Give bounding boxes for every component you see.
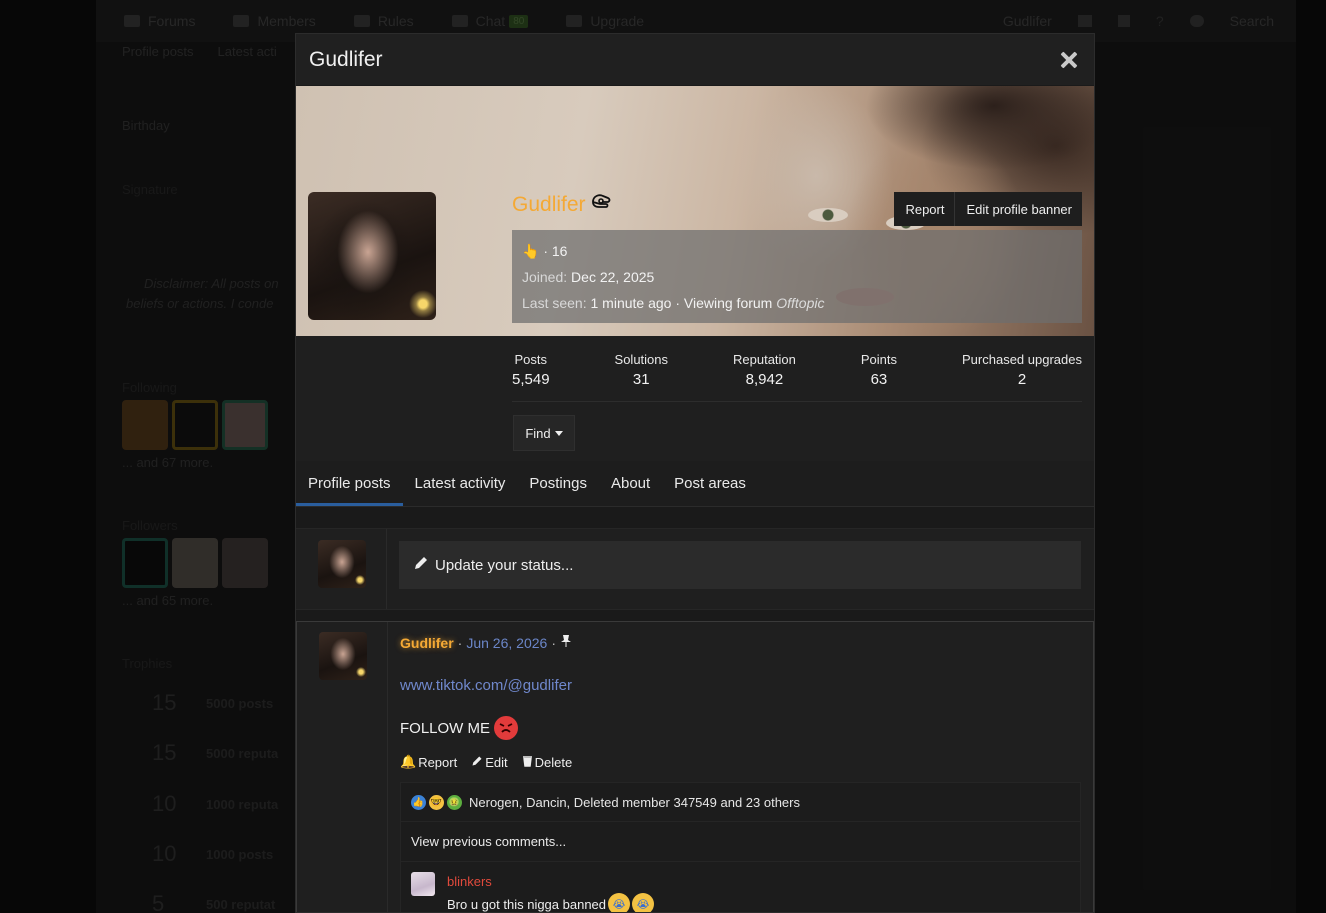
- report-button[interactable]: Report: [894, 192, 956, 226]
- post-actions: 🔔 Report Edit Delete: [400, 754, 1081, 770]
- tab-profile-posts[interactable]: Profile posts: [296, 461, 403, 506]
- stat-value: 63: [870, 371, 888, 388]
- stat-label: Points: [860, 352, 898, 367]
- banner-actions: Report Edit profile banner: [894, 192, 1082, 226]
- member-stats: Posts 5,549 Solutions 31 Reputation 8,942 P…: [512, 352, 1082, 402]
- post-report-label: Report: [418, 754, 458, 770]
- post-edit-label: Edit: [485, 754, 508, 770]
- comment: blinkers Bro u got this nigga banned 😭 😭: [400, 862, 1081, 912]
- stat-purchased-upgrades: Purchased upgrades 2: [962, 352, 1082, 401]
- stats-area: Posts 5,549 Solutions 31 Reputation 8,942 P…: [296, 336, 1094, 461]
- spacer: [296, 610, 1094, 621]
- post-avatar-column: [297, 622, 388, 912]
- banner-image: [794, 86, 1094, 206]
- pencil-icon: [471, 755, 483, 770]
- joined-line: Joined: Dec 22, 2025: [522, 265, 1072, 291]
- close-icon[interactable]: [1058, 49, 1080, 71]
- pencil-icon: [413, 555, 429, 576]
- profile-username[interactable]: Gudlifer: [512, 193, 586, 217]
- view-previous-comments-link[interactable]: View previous comments...: [400, 822, 1081, 862]
- joined-label: Joined:: [522, 269, 568, 285]
- username-row: Gudlifer: [512, 192, 612, 217]
- post-delete-label: Delete: [534, 754, 573, 770]
- stat-posts[interactable]: Posts 5,549: [512, 352, 550, 401]
- status-update-box: Update your status...: [296, 528, 1094, 610]
- member-tooltip-modal: Gudlifer Gudlifer Report Edit profile ba…: [295, 33, 1095, 913]
- last-seen-forum-link[interactable]: Offtopic: [776, 295, 824, 311]
- crying-face-icon: 😭: [632, 893, 655, 912]
- find-label: Find: [525, 425, 551, 441]
- stat-value: 2: [1017, 371, 1027, 388]
- stat-solutions: Solutions 31: [615, 352, 668, 401]
- separator: ·: [551, 634, 556, 651]
- profile-post: Gudlifer · Jun 26, 2026 · www.tiktok.com…: [296, 621, 1094, 912]
- nerd-reaction-icon: 🤓: [429, 794, 444, 810]
- comment-body: blinkers Bro u got this nigga banned 😭 😭: [447, 872, 655, 912]
- stat-label: Solutions: [614, 352, 669, 367]
- tab-about[interactable]: About: [599, 461, 662, 506]
- stat-label: Reputation: [733, 352, 796, 367]
- status-placeholder: Update your status...: [435, 556, 574, 574]
- pin-icon: [560, 634, 572, 651]
- like-reaction-icon: 👍: [411, 794, 426, 810]
- status-avatar-column: [296, 529, 387, 609]
- post-author-avatar[interactable]: [319, 632, 367, 680]
- post-external-link[interactable]: www.tiktok.com/@gudlifer: [400, 677, 1081, 694]
- edit-profile-banner-button[interactable]: Edit profile banner: [955, 192, 1082, 226]
- current-user-avatar[interactable]: [318, 540, 366, 588]
- post-date-link[interactable]: Jun 26, 2026: [466, 635, 547, 651]
- stat-label: Posts: [514, 352, 548, 367]
- last-seen-label: Last seen:: [522, 295, 587, 311]
- stat-value: 8,942: [745, 371, 784, 388]
- spacer: [296, 507, 1094, 528]
- member-age: · 16: [543, 243, 568, 259]
- bell-icon: 🔔: [400, 754, 417, 769]
- comment-text-content: Bro u got this nigga banned: [447, 896, 607, 912]
- post-text-content: FOLLOW ME: [400, 719, 491, 737]
- modal-header: Gudlifer: [296, 34, 1094, 86]
- angry-face-icon: [494, 716, 519, 740]
- sick-reaction-icon: 🤢: [447, 794, 462, 810]
- status-update-input[interactable]: Update your status...: [399, 541, 1081, 589]
- post-meta: Gudlifer · Jun 26, 2026 ·: [400, 634, 1081, 651]
- crying-face-icon: 😭: [608, 893, 631, 912]
- reaction-users: Nerogen, Dancin, Deleted member 347549 a…: [469, 794, 800, 810]
- comment-author-link[interactable]: blinkers: [447, 874, 654, 889]
- post-text: FOLLOW ME: [400, 716, 1081, 740]
- stat-value: 31: [632, 371, 650, 388]
- tab-post-areas[interactable]: Post areas: [662, 461, 758, 506]
- member-age-line: 👆 · 16: [522, 239, 1072, 265]
- post-edit-button[interactable]: Edit: [471, 754, 508, 770]
- tab-postings[interactable]: Postings: [517, 461, 599, 506]
- post-delete-button[interactable]: Delete: [522, 754, 573, 770]
- stat-value: 5,549: [512, 371, 550, 388]
- joined-date: Dec 22, 2025: [571, 269, 655, 285]
- find-dropdown-button[interactable]: Find: [513, 415, 575, 451]
- stat-reputation[interactable]: Reputation 8,942: [733, 352, 796, 401]
- post-body: Gudlifer · Jun 26, 2026 · www.tiktok.com…: [388, 622, 1093, 912]
- last-seen-line: Last seen: 1 minute ago · Viewing forum …: [522, 291, 1072, 317]
- last-seen-value: 1 minute ago · Viewing forum: [590, 295, 773, 311]
- comment-text: Bro u got this nigga banned 😭 😭: [447, 893, 655, 912]
- profile-avatar[interactable]: [308, 192, 436, 320]
- banner-image-detail: [808, 208, 848, 222]
- reactions-bar[interactable]: 👍 🤓 🤢 Nerogen, Dancin, Deleted member 34…: [400, 782, 1081, 822]
- comment-avatar[interactable]: [411, 872, 435, 896]
- post-report-button[interactable]: 🔔 Report: [400, 754, 457, 770]
- separator: ·: [457, 634, 463, 651]
- member-info-box: 👆 · 16 Joined: Dec 22, 2025 Last seen: 1…: [512, 230, 1082, 323]
- pointing-hand-icon: 👆: [522, 243, 540, 259]
- profile-tabs: Profile posts Latest activity Postings A…: [296, 461, 1094, 507]
- stat-label: Purchased upgrades: [962, 352, 1082, 367]
- trash-icon: [522, 755, 533, 770]
- caret-down-icon: [554, 430, 563, 436]
- profile-banner: Gudlifer Report Edit profile banner 👆 · …: [296, 86, 1094, 336]
- modal-title: Gudlifer: [309, 47, 383, 71]
- stat-points[interactable]: Points 63: [861, 352, 897, 401]
- banned-hand-icon: [590, 192, 612, 217]
- tab-latest-activity[interactable]: Latest activity: [403, 461, 518, 506]
- post-author-link[interactable]: Gudlifer: [400, 635, 454, 651]
